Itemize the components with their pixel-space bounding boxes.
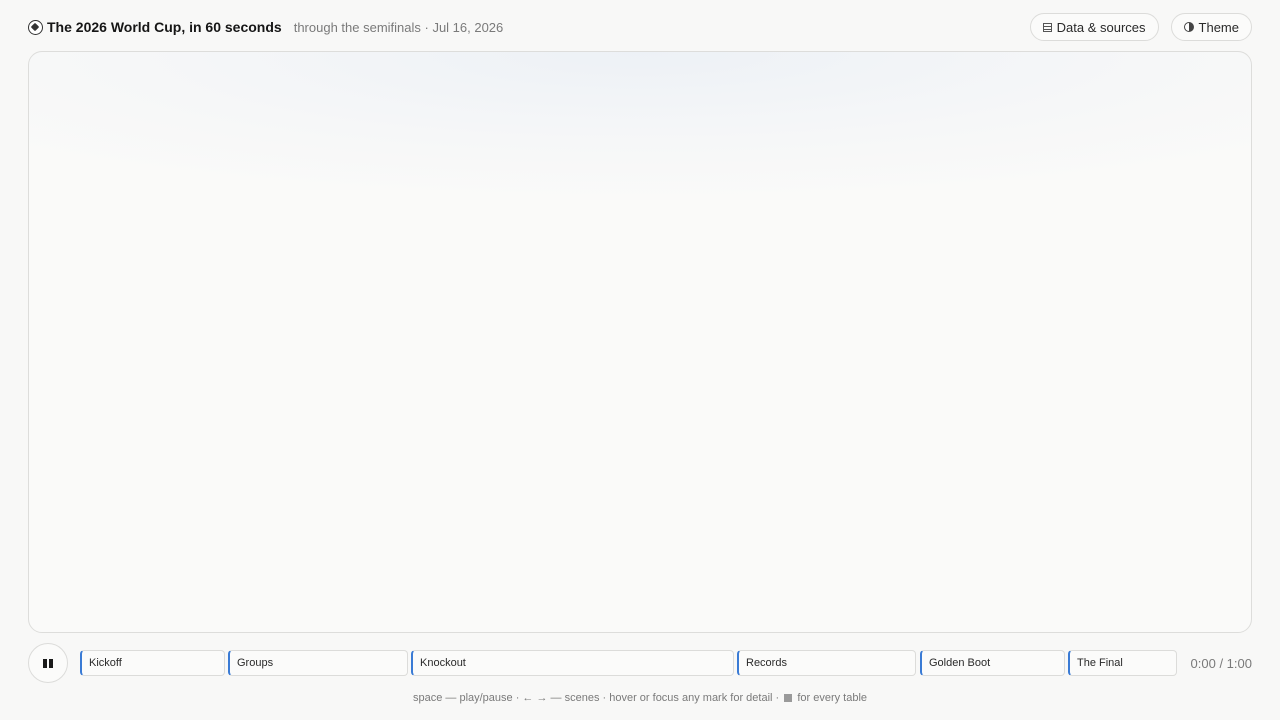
- table-icon: [784, 694, 793, 702]
- play-pause-button[interactable]: [28, 643, 68, 683]
- scene-label: Records: [746, 657, 787, 669]
- table-icon: [1042, 22, 1052, 32]
- page-subtitle: through the semifinals · Jul 16, 2026: [293, 19, 504, 35]
- keyboard-hint: space — play/pause · ← → — scenes · hove…: [0, 692, 1280, 704]
- header: The 2026 World Cup, in 60 seconds throug…: [28, 12, 1252, 42]
- theme-icon: [1183, 22, 1194, 32]
- scene-knockout[interactable]: Knockout: [411, 650, 734, 676]
- hint-text: space — play/pause · ← → — scenes · hove…: [412, 692, 780, 704]
- hint-text-end: for every table: [797, 692, 868, 704]
- soccer-ball-icon: [28, 19, 43, 35]
- pause-icon: [43, 658, 53, 668]
- scene-the-final[interactable]: The Final: [1068, 650, 1177, 676]
- scene-label: Golden Boot: [929, 657, 991, 669]
- scene-timeline: Kickoff Groups Knockout Records Golden B…: [80, 650, 1177, 676]
- scene-records[interactable]: Records: [737, 650, 916, 676]
- data-sources-label: Data & sources: [1056, 19, 1146, 35]
- header-actions: Data & sources Theme: [1029, 13, 1252, 41]
- scene-label: The Final: [1077, 657, 1123, 669]
- scene-label: Groups: [237, 657, 274, 669]
- scene-groups[interactable]: Groups: [228, 650, 408, 676]
- playback-controls: Kickoff Groups Knockout Records Golden B…: [28, 643, 1252, 683]
- scene-label: Knockout: [420, 657, 466, 669]
- theme-label: Theme: [1198, 19, 1239, 35]
- theme-button[interactable]: Theme: [1170, 13, 1252, 41]
- scene-kickoff[interactable]: Kickoff: [80, 650, 225, 676]
- page-title-text: The 2026 World Cup, in 60 seconds: [47, 19, 282, 35]
- scene-golden-boot[interactable]: Golden Boot: [920, 650, 1065, 676]
- data-sources-button[interactable]: Data & sources: [1029, 13, 1159, 41]
- page-title: The 2026 World Cup, in 60 seconds: [28, 19, 282, 35]
- visualization-stage[interactable]: [28, 51, 1252, 633]
- timecode: 0:00 / 1:00: [1190, 655, 1252, 671]
- scene-label: Kickoff: [89, 657, 122, 669]
- title-group: The 2026 World Cup, in 60 seconds throug…: [28, 19, 503, 35]
